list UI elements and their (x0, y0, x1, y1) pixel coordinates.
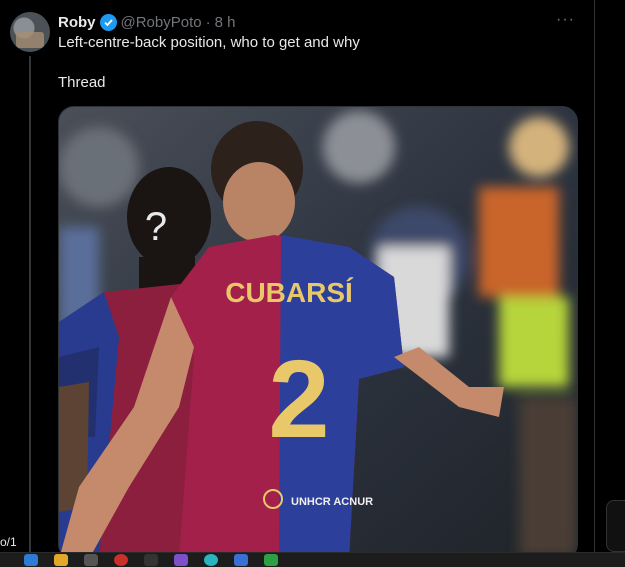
tweet-text-thread: Thread (58, 74, 106, 91)
thread-line (29, 56, 31, 556)
question-mark: ? (145, 205, 167, 249)
sponsor-text: UNHCR ACNUR (291, 496, 373, 508)
tweet-text: Left-centre-back position, who to get an… (58, 34, 360, 51)
taskbar-icon-7[interactable] (204, 554, 218, 566)
tweet-media-image[interactable]: ? CUBARSÍ 2 UNHCR ACNUR (58, 106, 578, 560)
tweet[interactable]: Roby @RobyPoto · 8 h ··· Left-centre-bac… (0, 0, 594, 567)
jersey-name: CUBARSÍ (225, 277, 354, 308)
football-photo: ? CUBARSÍ 2 UNHCR ACNUR (59, 107, 577, 559)
taskbar (0, 552, 625, 567)
taskbar-icon-2[interactable] (54, 554, 68, 566)
taskbar-icon-8[interactable] (234, 554, 248, 566)
avatar[interactable] (10, 12, 50, 52)
taskbar-icon-3[interactable] (84, 554, 98, 566)
taskbar-icon-1[interactable] (24, 554, 38, 566)
tweet-header: Roby @RobyPoto · 8 h (58, 12, 235, 32)
taskbar-icon-9[interactable] (264, 554, 278, 566)
side-panel-edge (606, 500, 625, 552)
separator: · (205, 13, 211, 31)
timeline-border (594, 0, 595, 567)
cropped-label: o/1 (0, 535, 17, 549)
taskbar-icon-6[interactable] (174, 554, 188, 566)
more-options-icon[interactable]: ··· (556, 12, 578, 32)
author-name[interactable]: Roby (58, 14, 96, 31)
taskbar-icon-5[interactable] (144, 554, 158, 566)
author-handle[interactable]: @RobyPoto (121, 14, 202, 31)
timestamp[interactable]: 8 h (215, 14, 236, 31)
jersey-number: 2 (268, 338, 329, 461)
verified-badge-icon (99, 13, 117, 31)
taskbar-icon-4[interactable] (114, 554, 128, 566)
